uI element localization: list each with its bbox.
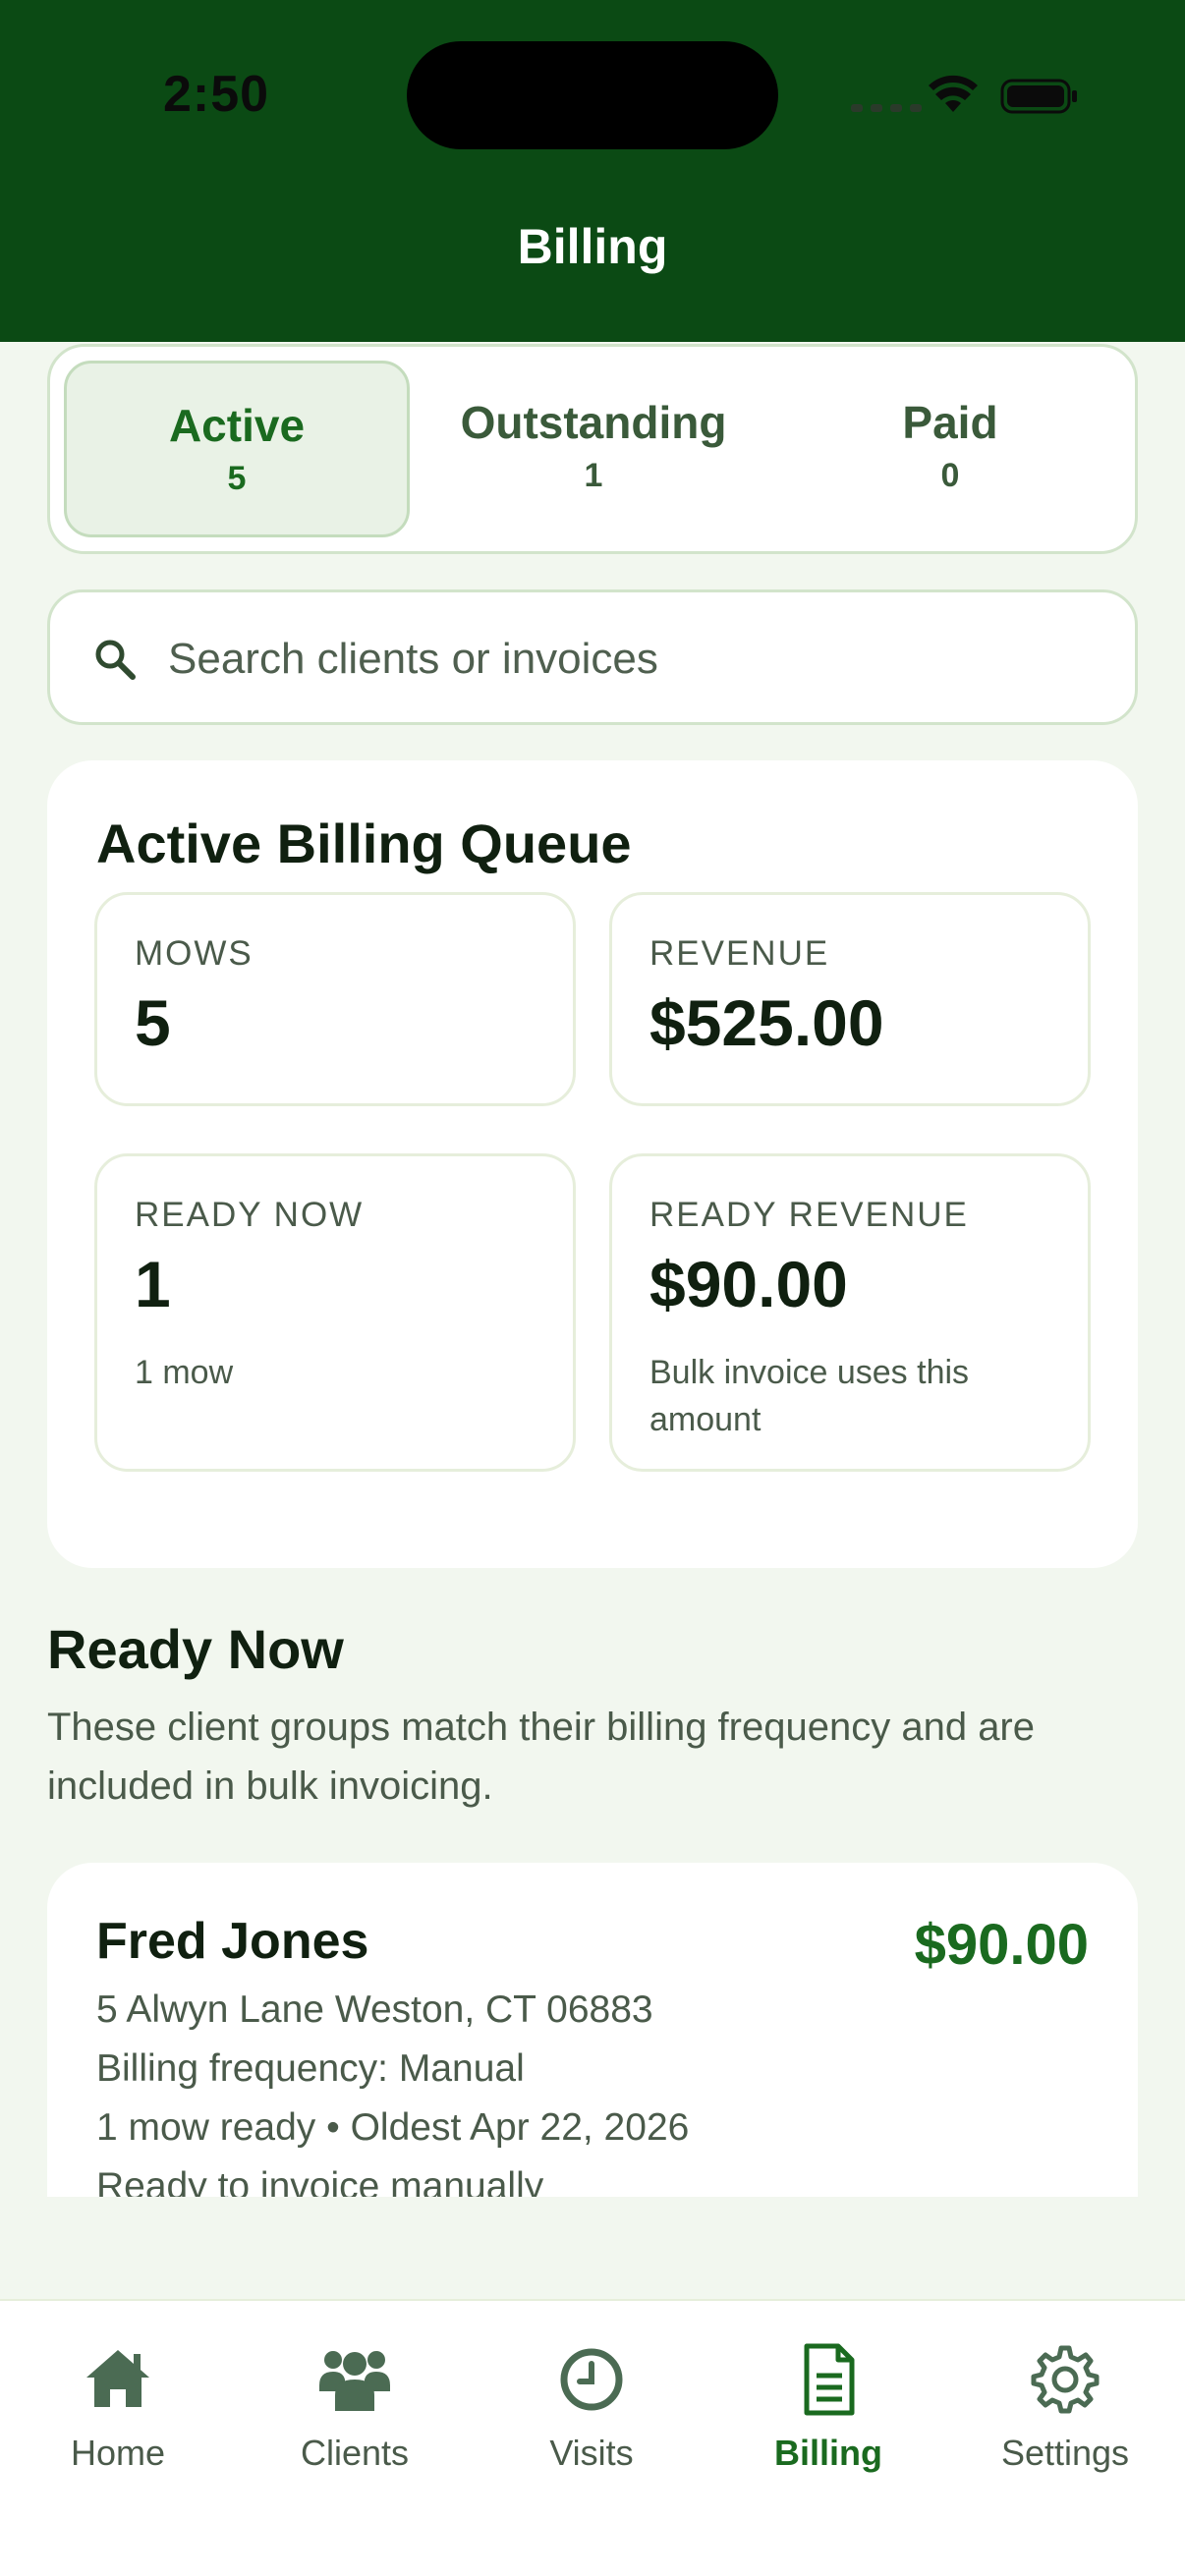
signal-icon [851,104,922,112]
tab-label: Visits [549,2433,634,2473]
stat-value: 1 [135,1248,171,1320]
tab-label: Settings [1000,2433,1130,2473]
stat-mows: MOWS 5 [94,892,576,1106]
stat-label: READY REVENUE [649,1196,969,1234]
tab-active[interactable]: Active 5 [64,361,410,537]
battery-icon [1000,79,1077,114]
tab-active-count: 5 [227,460,247,497]
tab-outstanding-label: Outstanding [460,397,727,448]
stat-label: READY NOW [135,1196,365,1234]
client-billing-card[interactable]: Fred Jones $90.00 5 Alwyn Lane Weston, C… [47,1863,1138,2197]
stat-revenue: REVENUE $525.00 [609,892,1091,1106]
section-title-ready-now: Ready Now [47,1618,344,1680]
header-bar: 2:50 Billing [0,0,1185,342]
tab-paid[interactable]: Paid 0 [777,361,1123,537]
stat-value: 5 [135,986,171,1059]
billing-queue-card: Active Billing Queue MOWS 5 REVENUE $525… [47,760,1138,1568]
stat-subtext: 1 mow [135,1354,234,1391]
stat-ready-revenue: READY REVENUE $90.00 Bulk invoice uses t… [609,1153,1091,1472]
tab-label: Clients [300,2433,410,2473]
tab-outstanding[interactable]: Outstanding 1 [421,361,766,537]
billing-screen: 2:50 Billing Active 5 Outstanding 1 Paid [0,0,1185,2576]
tab-paid-label: Paid [902,397,998,448]
tab-billing[interactable]: Billing [730,2340,927,2474]
wifi-icon [929,75,978,112]
stat-value: $525.00 [649,986,884,1059]
client-address: 5 Alwyn Lane Weston, CT 06883 [96,1988,653,2031]
clients-icon [319,2351,390,2411]
queue-title: Active Billing Queue [96,812,632,874]
stat-value: $90.00 [649,1248,848,1320]
client-amount: $90.00 [914,1913,1089,1977]
billing-status-segment: Active 5 Outstanding 1 Paid 0 [47,344,1138,554]
stat-label: REVENUE [649,934,830,973]
client-mow-summary: 1 mow ready • Oldest Apr 22, 2026 [96,2106,690,2149]
tab-label: Home [70,2433,166,2473]
page-title: Billing [517,219,668,274]
tab-clients[interactable]: Clients [256,2340,453,2474]
tab-visits[interactable]: Visits [493,2340,690,2474]
status-time: 2:50 [163,66,270,123]
clock-icon [560,2348,623,2411]
gear-icon [1031,2345,1100,2414]
search-icon [95,640,136,680]
dynamic-island [407,41,778,149]
bottom-tab-bar: Home Clients Visits Billing Settings [0,2299,1185,2576]
section-description: These client groups match their billing … [47,1706,1035,1808]
client-name: Fred Jones [96,1913,369,1970]
client-billing-frequency: Billing frequency: Manual [96,2047,525,2090]
tab-active-label: Active [168,400,306,451]
tab-label: Billing [774,2433,882,2473]
stat-label: MOWS [135,934,254,973]
stat-ready-now: READY NOW 1 1 mow [94,1153,576,1472]
tab-outstanding-count: 1 [584,457,603,494]
tab-paid-count: 0 [940,457,960,494]
stat-subtext: Bulk invoice uses this amount [649,1354,970,1438]
search-bar [47,589,1138,725]
tab-settings[interactable]: Settings [967,2340,1163,2474]
document-icon [804,2343,855,2416]
client-status-note: Ready to invoice manually [96,2165,544,2197]
search-input[interactable] [166,620,1109,699]
home-icon [86,2350,149,2407]
tab-home[interactable]: Home [20,2340,216,2474]
